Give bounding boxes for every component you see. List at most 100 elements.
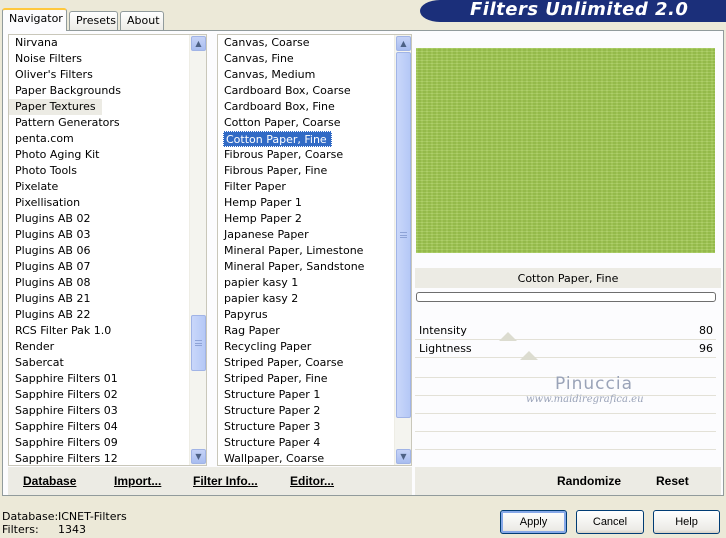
list-item[interactable]: Plugins AB 07 xyxy=(9,259,189,275)
list-item[interactable]: Fibrous Paper, Fine xyxy=(218,163,394,179)
list-item[interactable]: Sabercat xyxy=(9,355,189,371)
cancel-button[interactable]: Cancel xyxy=(576,510,644,534)
editor-button[interactable]: Editor... xyxy=(290,474,334,488)
navigator-panel: Nirvana Noise Filters Oliver's Filters Pape… xyxy=(2,30,724,496)
list-item[interactable]: Wallpaper, Coarse xyxy=(218,451,394,465)
apply-button[interactable]: Apply xyxy=(500,510,567,534)
list-item[interactable]: Noise Filters xyxy=(9,51,189,67)
list-item[interactable]: Cotton Paper, Fine xyxy=(218,131,394,147)
list-item[interactable]: Canvas, Fine xyxy=(218,51,394,67)
list-item[interactable]: Oliver's Filters xyxy=(9,67,189,83)
scroll-thumb[interactable] xyxy=(396,52,411,418)
lightness-slider-thumb[interactable] xyxy=(520,351,538,360)
list-item[interactable]: Canvas, Medium xyxy=(218,67,394,83)
tab-navigator[interactable]: Navigator xyxy=(2,8,67,31)
randomize-button[interactable]: Randomize xyxy=(557,474,621,488)
import-button[interactable]: Import... xyxy=(114,474,161,488)
category-scrollbar[interactable]: ▲ ▼ xyxy=(189,35,206,465)
status-label: Filters: xyxy=(2,523,39,536)
list-item[interactable]: penta.com xyxy=(9,131,189,147)
list-item[interactable]: Plugins AB 08 xyxy=(9,275,189,291)
list-item-label: Cardboard Box, Fine xyxy=(224,100,335,113)
list-item[interactable]: Plugins AB 21 xyxy=(9,291,189,307)
list-item[interactable]: RCS Filter Pak 1.0 xyxy=(9,323,189,339)
param-intensity[interactable]: Intensity 80 xyxy=(415,322,716,340)
list-item-label: Cotton Paper, Fine xyxy=(223,131,332,147)
scroll-down-button[interactable]: ▼ xyxy=(191,449,206,464)
list-item[interactable]: Mineral Paper, Sandstone xyxy=(218,259,394,275)
list-item[interactable]: Plugins AB 22 xyxy=(9,307,189,323)
preview-toolbar: Randomize Reset xyxy=(415,467,721,495)
list-item[interactable]: Hemp Paper 2 xyxy=(218,211,394,227)
list-item-label: Sapphire Filters 02 xyxy=(15,388,118,401)
list-item[interactable]: Photo Aging Kit xyxy=(9,147,189,163)
list-item[interactable]: Cotton Paper, Coarse xyxy=(218,115,394,131)
list-item[interactable]: Render xyxy=(9,339,189,355)
scroll-down-button[interactable]: ▼ xyxy=(396,449,411,464)
list-item[interactable]: Nirvana xyxy=(9,35,189,51)
list-item[interactable]: Pixellisation xyxy=(9,195,189,211)
list-item[interactable]: Striped Paper, Coarse xyxy=(218,355,394,371)
chevron-up-icon: ▲ xyxy=(195,39,202,48)
list-item[interactable]: Sapphire Filters 03 xyxy=(9,403,189,419)
list-item[interactable]: papier kasy 1 xyxy=(218,275,394,291)
list-item[interactable]: Canvas, Coarse xyxy=(218,35,394,51)
list-item[interactable]: Hemp Paper 1 xyxy=(218,195,394,211)
list-item[interactable]: Cardboard Box, Fine xyxy=(218,99,394,115)
scroll-thumb[interactable] xyxy=(191,315,206,371)
divider xyxy=(415,431,716,432)
list-item[interactable]: Plugins AB 03 xyxy=(9,227,189,243)
list-item-label: Striped Paper, Coarse xyxy=(224,356,344,369)
tab-presets[interactable]: Presets xyxy=(69,11,118,30)
tab-about[interactable]: About xyxy=(120,11,164,30)
selected-filter-name: Cotton Paper, Fine xyxy=(415,268,721,288)
database-button[interactable]: Database xyxy=(23,474,76,488)
list-item-label: papier kasy 1 xyxy=(224,276,299,289)
list-item-label: penta.com xyxy=(15,132,74,145)
list-item[interactable]: Structure Paper 3 xyxy=(218,419,394,435)
list-item[interactable]: Recycling Paper xyxy=(218,339,394,355)
list-item[interactable]: Structure Paper 2 xyxy=(218,403,394,419)
scroll-up-button[interactable]: ▲ xyxy=(191,36,206,51)
list-item-label: Plugins AB 21 xyxy=(15,292,91,305)
filter-list[interactable]: Canvas, Coarse Canvas, Fine Canvas, Medium… xyxy=(217,34,412,466)
list-item[interactable]: Paper Textures xyxy=(9,99,189,115)
list-item[interactable]: Japanese Paper xyxy=(218,227,394,243)
list-item[interactable]: Sapphire Filters 02 xyxy=(9,387,189,403)
list-item[interactable]: Structure Paper 1 xyxy=(218,387,394,403)
list-item[interactable]: Striped Paper, Fine xyxy=(218,371,394,387)
reset-button[interactable]: Reset xyxy=(656,474,689,488)
list-item[interactable]: Cardboard Box, Coarse xyxy=(218,83,394,99)
filter-info-button[interactable]: Filter Info... xyxy=(193,474,258,488)
list-item-label: Plugins AB 02 xyxy=(15,212,91,225)
list-item[interactable]: Sapphire Filters 12 xyxy=(9,451,189,465)
watermark-site: www.maidiregrafica.eu xyxy=(526,394,644,405)
help-button[interactable]: Help xyxy=(653,510,720,534)
list-item-label: Oliver's Filters xyxy=(15,68,93,81)
list-item[interactable]: Sapphire Filters 04 xyxy=(9,419,189,435)
list-item[interactable]: Plugins AB 02 xyxy=(9,211,189,227)
list-item-label: Sapphire Filters 03 xyxy=(15,404,118,417)
chevron-up-icon: ▲ xyxy=(400,39,407,48)
list-item-label: Mineral Paper, Sandstone xyxy=(224,260,365,273)
list-item[interactable]: Plugins AB 06 xyxy=(9,243,189,259)
list-item[interactable]: Photo Tools xyxy=(9,163,189,179)
filter-scrollbar[interactable]: ▲ ▼ xyxy=(394,35,411,465)
list-item[interactable]: Structure Paper 4 xyxy=(218,435,394,451)
list-item[interactable]: Sapphire Filters 09 xyxy=(9,435,189,451)
list-item[interactable]: Pattern Generators xyxy=(9,115,189,131)
list-item-label: Paper Backgrounds xyxy=(15,84,122,97)
category-list[interactable]: Nirvana Noise Filters Oliver's Filters Pape… xyxy=(8,34,207,466)
list-item[interactable]: Rag Paper xyxy=(218,323,394,339)
list-item[interactable]: Papyrus xyxy=(218,307,394,323)
list-item[interactable]: Paper Backgrounds xyxy=(9,83,189,99)
list-item[interactable]: Mineral Paper, Limestone xyxy=(218,243,394,259)
list-item[interactable]: papier kasy 2 xyxy=(218,291,394,307)
list-item[interactable]: Sapphire Filters 01 xyxy=(9,371,189,387)
scroll-up-button[interactable]: ▲ xyxy=(396,36,411,51)
list-item-label: Rag Paper xyxy=(224,324,280,337)
param-lightness[interactable]: Lightness 96 xyxy=(415,340,716,358)
list-item[interactable]: Fibrous Paper, Coarse xyxy=(218,147,394,163)
list-item[interactable]: Filter Paper xyxy=(218,179,394,195)
list-item[interactable]: Pixelate xyxy=(9,179,189,195)
